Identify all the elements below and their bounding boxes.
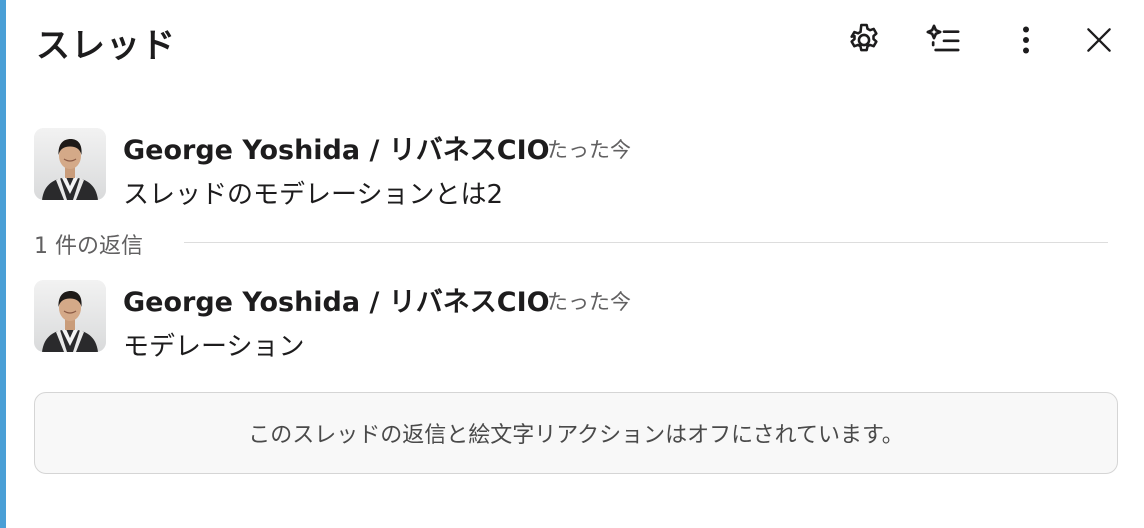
message-timestamp[interactable]: たった今 — [547, 286, 631, 316]
reply-count-label: 1 件の返信 — [34, 234, 143, 259]
more-vertical-icon — [1023, 26, 1029, 54]
message-text: モデレーション — [123, 332, 305, 362]
avatar[interactable] — [34, 280, 106, 352]
message-timestamp[interactable]: たった今 — [547, 134, 631, 164]
divider-line — [184, 242, 1108, 243]
avatar[interactable] — [34, 128, 106, 200]
thread-panel: スレッド George Yoshida / リバネスCIO たった今 スレッドの… — [0, 0, 1144, 528]
reply-count-divider: 1 件の返信 — [34, 228, 1108, 259]
settings-button[interactable] — [840, 16, 888, 64]
parent-message: George Yoshida / リバネスCIO たった今 スレッドのモデレーシ… — [34, 128, 1114, 210]
ai-summary-button[interactable] — [920, 16, 968, 64]
thread-header: スレッド — [36, 14, 1126, 66]
sparkle-list-icon — [926, 24, 960, 52]
more-actions-button[interactable] — [1002, 16, 1050, 64]
panel-left-border — [0, 0, 6, 528]
user-portrait-icon — [34, 128, 106, 200]
message-text: スレッドのモデレーションとは2 — [123, 180, 504, 210]
settings-gear-icon — [850, 23, 878, 52]
message-author[interactable]: George Yoshida / リバネスCIO — [123, 280, 550, 319]
user-portrait-icon — [34, 280, 106, 352]
reply-message: George Yoshida / リバネスCIO たった今 モデレーション — [34, 280, 1114, 362]
close-button[interactable] — [1075, 16, 1123, 64]
page-title: スレッド — [36, 26, 176, 66]
close-icon — [1087, 28, 1111, 52]
header-actions — [836, 14, 1126, 64]
message-author[interactable]: George Yoshida / リバネスCIO — [123, 128, 550, 167]
replies-disabled-notice: このスレッドの返信と絵文字リアクションはオフにされています。 — [34, 392, 1118, 474]
notice-text: このスレッドの返信と絵文字リアクションはオフにされています。 — [248, 423, 904, 448]
